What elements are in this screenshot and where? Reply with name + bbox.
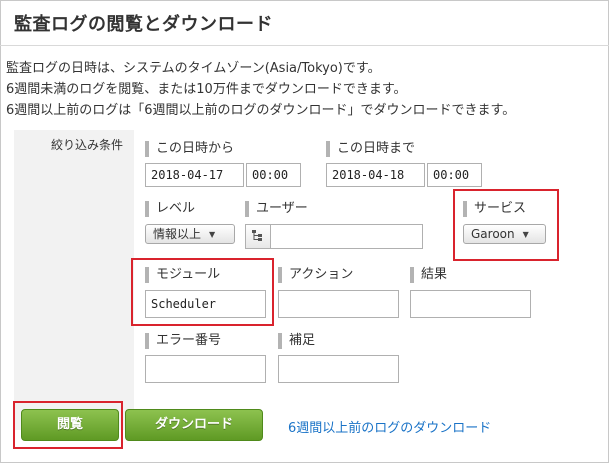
description-line-1: 監査ログの日時は、システムのタイムゾーン(Asia/Tokyo)です。	[6, 61, 381, 76]
triangle-down-icon: ▼	[209, 230, 216, 239]
filter-section-header	[14, 130, 134, 430]
level-select[interactable]: 情報以上 ▼	[145, 224, 235, 244]
supplement-label: 補足	[278, 333, 315, 349]
from-time-input[interactable]: 00:00	[246, 163, 301, 187]
level-label: レベル	[145, 201, 195, 217]
result-label: 結果	[410, 267, 447, 283]
filter-section-label: 絞り込み条件	[51, 138, 124, 152]
error-number-input[interactable]	[145, 355, 266, 383]
org-tree-icon[interactable]	[246, 225, 271, 248]
old-logs-download-link[interactable]: 6週間以上前のログのダウンロード	[288, 417, 491, 436]
service-highlight-box	[453, 189, 559, 261]
view-highlight-box	[13, 401, 123, 449]
from-datetime-label: この日時から	[145, 141, 234, 157]
description-line-3: 6週間以上前のログは「6週間以上前のログのダウンロード」でダウンロードできます。	[6, 103, 516, 118]
level-select-value: 情報以上	[153, 227, 202, 241]
result-input[interactable]	[410, 290, 531, 318]
from-date-input[interactable]: 2018-04-17	[145, 163, 244, 187]
title-divider	[0, 45, 609, 46]
action-label: アクション	[278, 267, 353, 283]
supplement-input[interactable]	[278, 355, 399, 383]
description-line-2: 6週間未満のログを閲覧、または10万件までダウンロードできます。	[6, 82, 407, 97]
to-date-input[interactable]: 2018-04-18	[326, 163, 425, 187]
download-button[interactable]: ダウンロード	[125, 409, 263, 441]
action-input[interactable]	[278, 290, 399, 318]
module-highlight-box	[131, 258, 274, 326]
user-picker[interactable]	[245, 224, 423, 249]
error-number-label: エラー番号	[145, 333, 221, 349]
to-datetime-label: この日時まで	[326, 141, 415, 157]
user-label: ユーザー	[245, 201, 308, 217]
page-title: 監査ログの閲覧とダウンロード	[14, 14, 273, 35]
to-time-input[interactable]: 00:00	[427, 163, 482, 187]
